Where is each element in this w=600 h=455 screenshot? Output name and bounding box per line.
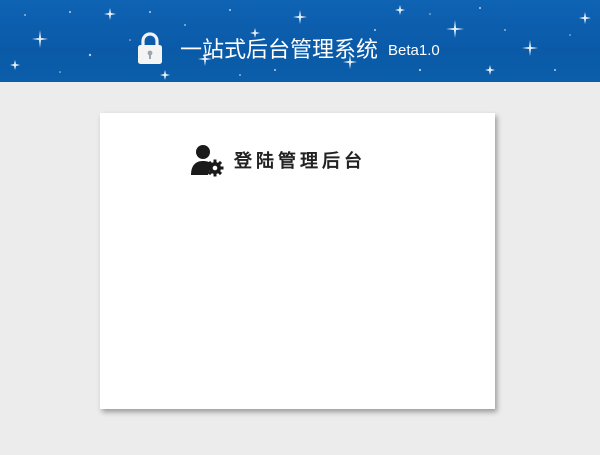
app-title: 一站式后台管理系统	[180, 38, 379, 63]
login-title: 登陆管理后台	[234, 151, 366, 172]
user-gear-icon	[191, 145, 224, 177]
header-banner: 一站式后台管理系统 Beta1.0	[0, 0, 600, 82]
lock-icon	[138, 32, 162, 64]
version-label: Beta1.0	[388, 41, 440, 59]
login-panel: 登陆管理后台	[100, 113, 495, 409]
header-title-group: 一站式后台管理系统 Beta1.0	[136, 30, 440, 66]
login-header: 登陆管理后台	[190, 143, 366, 177]
